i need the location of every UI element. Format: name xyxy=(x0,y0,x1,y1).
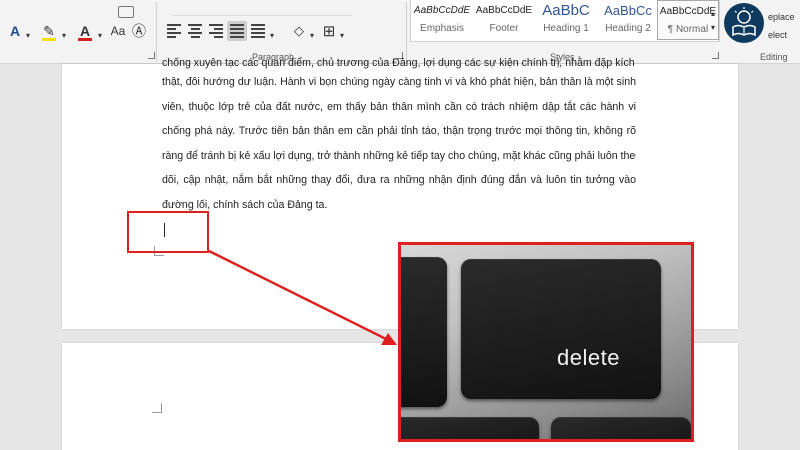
delete-key: delete xyxy=(461,259,661,399)
keyboard-key xyxy=(401,417,539,439)
keyboard-key xyxy=(401,257,447,407)
keyboard-key xyxy=(551,417,691,439)
keyboard-photo: delete xyxy=(398,242,694,442)
delete-key-label: delete xyxy=(557,345,620,370)
